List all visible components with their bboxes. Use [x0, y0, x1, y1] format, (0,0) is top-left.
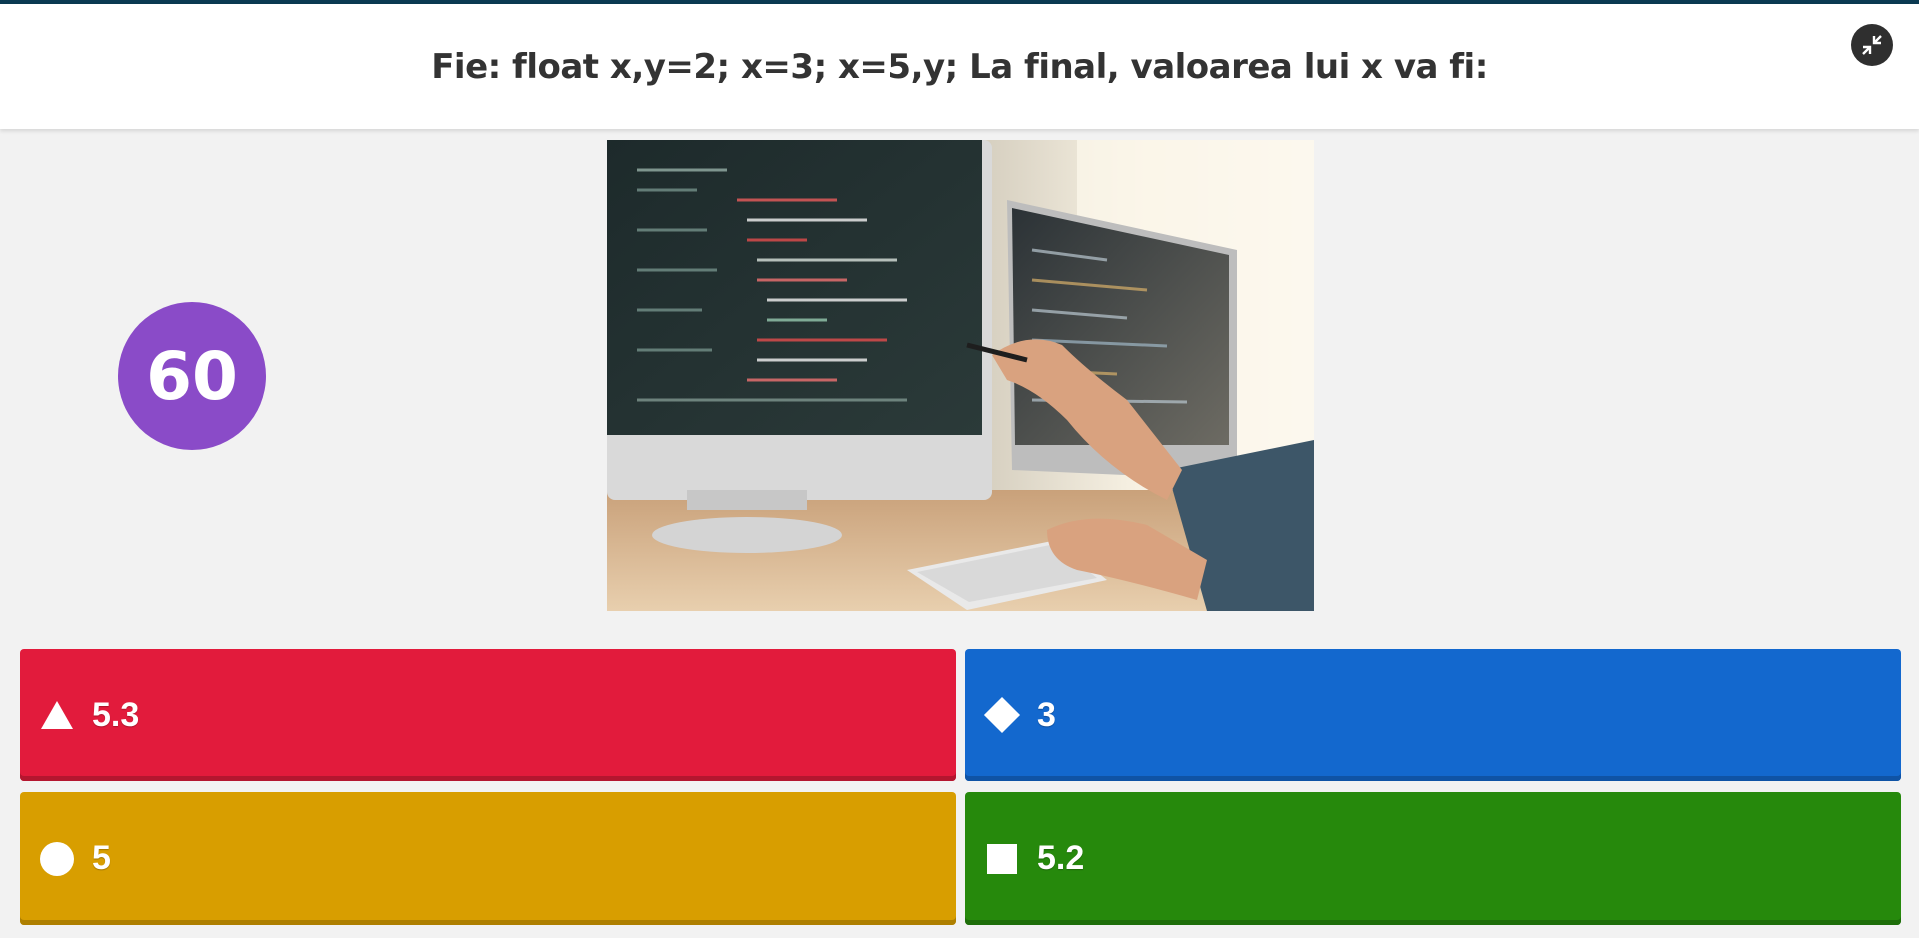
answer-label-4: 5.2	[1037, 839, 1085, 877]
question-header: Fie: float x,y=2; x=3; x=5,y; La final, …	[0, 4, 1919, 129]
code-monitors-photo	[607, 140, 1314, 611]
triangle-icon	[38, 696, 76, 734]
answer-option-2[interactable]: 3	[965, 649, 1901, 781]
question-image	[607, 140, 1314, 611]
answer-label-3: 5	[92, 839, 111, 877]
answer-label-1: 5.3	[92, 695, 140, 734]
question-text: Fie: float x,y=2; x=3; x=5,y; La final, …	[431, 46, 1488, 87]
answer-option-3[interactable]: 5	[20, 792, 956, 925]
countdown-timer: 60	[118, 302, 266, 450]
answer-label-2: 3	[1037, 695, 1056, 734]
fullscreen-button[interactable]	[1851, 24, 1893, 66]
fullscreen-exit-icon	[1862, 35, 1882, 55]
circle-icon	[38, 840, 76, 878]
answer-option-4[interactable]: 5.2	[965, 792, 1901, 925]
diamond-icon	[983, 696, 1021, 734]
square-icon	[983, 840, 1021, 878]
answer-option-1[interactable]: 5.3	[20, 649, 956, 781]
